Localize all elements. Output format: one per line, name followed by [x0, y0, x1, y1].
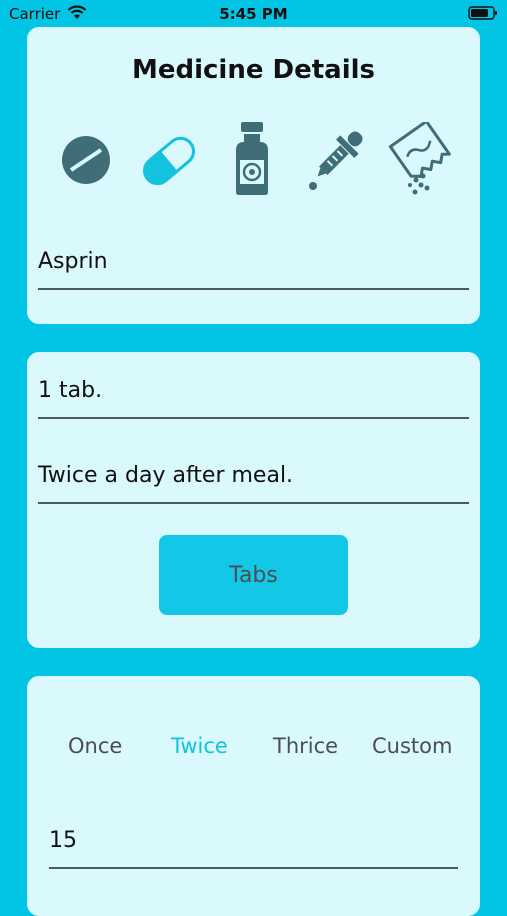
amount-field[interactable]: 15 [49, 828, 458, 869]
tablet-icon[interactable] [60, 134, 112, 190]
dose-value: 1 tab. [38, 378, 103, 403]
instructions-value: Twice a day after meal. [38, 463, 294, 488]
battery-icon [468, 6, 498, 24]
dosage-card: 1 tab. Twice a day after meal. Tabs [27, 352, 480, 648]
frequency-option-once[interactable]: Once [68, 734, 122, 758]
medicine-name-value: Asprin [38, 249, 108, 274]
frequency-option-custom[interactable]: Custom [372, 734, 452, 758]
status-bar: Carrier 5:45 PM [0, 0, 507, 28]
clock-label: 5:45 PM [219, 5, 288, 23]
dropper-icon[interactable] [303, 122, 369, 198]
instructions-field[interactable]: Twice a day after meal. [38, 463, 469, 504]
capsule-icon[interactable] [137, 130, 201, 196]
page-title: Medicine Details [131, 55, 376, 85]
medicine-type-selector [57, 119, 457, 202]
dose-field[interactable]: 1 tab. [38, 378, 469, 419]
bottle-icon[interactable] [232, 120, 272, 200]
medicine-name-field[interactable]: Asprin [38, 249, 469, 290]
medicine-details-card: Medicine Details Asprin [27, 27, 480, 324]
amount-value: 15 [49, 828, 77, 853]
powder-sachet-icon[interactable] [385, 119, 457, 202]
frequency-option-thrice[interactable]: Thrice [273, 734, 338, 758]
frequency-selector: Once Twice Thrice Custom [27, 734, 480, 764]
frequency-card: Once Twice Thrice Custom 15 [27, 676, 480, 916]
unit-button[interactable]: Tabs [159, 535, 348, 615]
frequency-option-twice[interactable]: Twice [171, 734, 228, 758]
